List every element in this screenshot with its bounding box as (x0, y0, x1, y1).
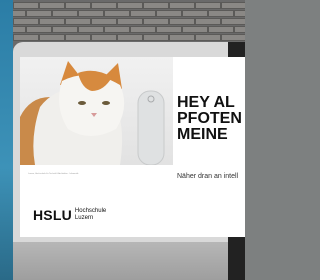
brick (169, 34, 195, 41)
brick (26, 26, 52, 33)
brick (91, 18, 117, 25)
brick (65, 18, 91, 25)
brick (78, 26, 104, 33)
poster-headline: HEY AL PFOTEN MEINE (177, 95, 242, 143)
logo-word-2: Luzern (74, 215, 94, 221)
brick (78, 10, 104, 17)
brick (182, 26, 208, 33)
cat-and-speaker-illustration (20, 61, 165, 165)
brick (143, 34, 169, 41)
brick (39, 34, 65, 41)
brick (117, 18, 143, 25)
brick (208, 26, 234, 33)
brick (104, 10, 130, 17)
brick (39, 2, 65, 9)
cat-left-eye (78, 101, 86, 105)
brick (195, 18, 221, 25)
brick (221, 2, 245, 9)
smart-speaker-illustration (137, 90, 165, 165)
brick (208, 10, 234, 17)
headline-line-3: MEINE (177, 126, 228, 143)
brick (156, 26, 182, 33)
logo-word-1: Hochschule (74, 208, 107, 214)
cat-illustration (20, 61, 125, 165)
brick (182, 10, 208, 17)
street-scene: Luzern, Hochschule für Technik & Archite… (0, 0, 245, 280)
logo-words: Hochschule Luzern (75, 208, 106, 222)
brick (13, 18, 39, 25)
brick (130, 26, 156, 33)
brick (156, 10, 182, 17)
brick (104, 26, 130, 33)
brick (39, 18, 65, 25)
hslu-logo: HSLU Hochschule Luzern (33, 207, 106, 223)
brick (65, 34, 91, 41)
advertising-poster: Luzern, Hochschule für Technik & Archite… (20, 57, 245, 237)
brick (234, 26, 245, 33)
brick (169, 2, 195, 9)
brick (130, 10, 156, 17)
sky-strip (0, 0, 13, 280)
brick (52, 26, 78, 33)
brick (91, 34, 117, 41)
cat-right-eye (102, 101, 110, 105)
brick (52, 10, 78, 17)
logo-mark: HSLU (33, 207, 72, 223)
photo-caption-line: Luzern, Hochschule für Technik & Archite… (28, 172, 138, 175)
brick (143, 18, 169, 25)
brick (91, 2, 117, 9)
poster-subline: Näher dran an intell (177, 173, 239, 180)
brick-wall (13, 0, 245, 48)
brick (195, 34, 221, 41)
headline-line-2: PFOTEN (177, 110, 242, 127)
brick (13, 10, 26, 17)
brick (13, 34, 39, 41)
brick (234, 10, 245, 17)
brick (221, 34, 245, 41)
brick (221, 18, 245, 25)
headline-line-1: HEY AL (177, 94, 235, 111)
brick (117, 2, 143, 9)
brick (26, 10, 52, 17)
brick (13, 2, 39, 9)
brick (117, 34, 143, 41)
brick (169, 18, 195, 25)
brick (143, 2, 169, 9)
poster-photo (20, 57, 173, 165)
brick (13, 26, 26, 33)
photo-caption: Luzern, Hochschule für Technik & Archite… (28, 172, 79, 175)
brick (195, 2, 221, 9)
brick (65, 2, 91, 9)
